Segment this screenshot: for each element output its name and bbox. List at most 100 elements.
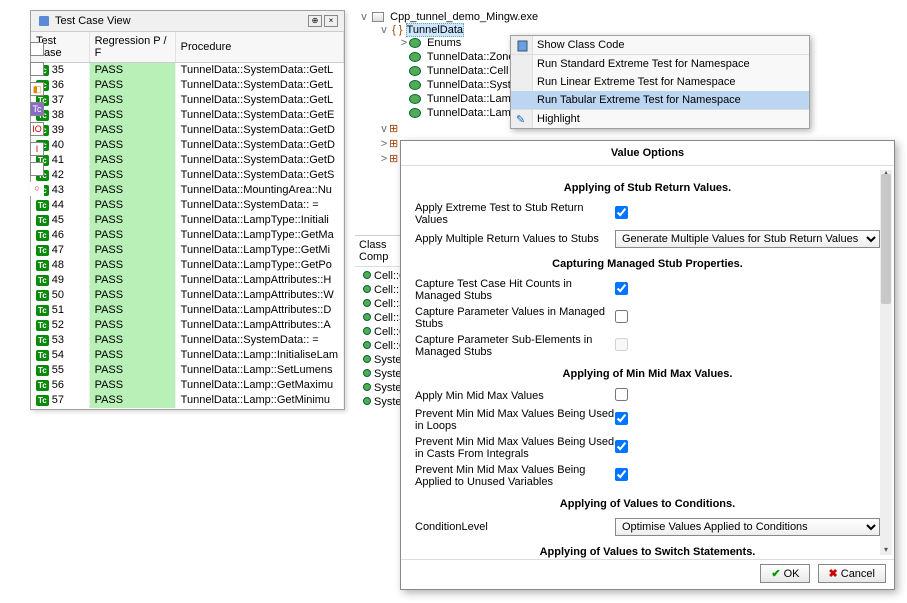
dialog-scrollbar[interactable]: ▴ ▾ <box>880 170 892 555</box>
panel-pin-button[interactable]: ⊕ <box>308 15 322 27</box>
scroll-down-icon[interactable]: ▾ <box>880 545 892 557</box>
pass-cell: PASS <box>89 378 175 393</box>
option-checkbox[interactable] <box>615 440 628 453</box>
procedure-cell: TunnelData::Lamp::SetLumens <box>175 363 343 378</box>
table-row[interactable]: Tc52PASSTunnelData::LampAttributes::A <box>31 318 344 333</box>
tree-item-more[interactable]: v⊞ <box>375 121 505 136</box>
pass-cell: PASS <box>89 228 175 243</box>
table-row[interactable]: Tc51PASSTunnelData::LampAttributes::D <box>31 303 344 318</box>
option-combo[interactable]: Optimise Values Applied to Conditions <box>615 518 880 536</box>
menu-item-label: Run Linear Extreme Test for Namespace <box>537 76 736 88</box>
toolbar-btn-circle[interactable]: ○ <box>30 182 44 196</box>
class-icon <box>363 383 371 391</box>
table-row[interactable]: Tc48PASSTunnelData::LampType::GetPo <box>31 258 344 273</box>
procedure-cell: TunnelData::LampAttributes::A <box>175 318 343 333</box>
option-checkbox[interactable] <box>615 282 628 295</box>
scroll-thumb[interactable] <box>881 174 891 304</box>
table-row[interactable]: Tc44PASSTunnelData::SystemData:: = <box>31 198 344 213</box>
toolbar-btn-io[interactable]: IO <box>30 122 44 136</box>
tree-namespace[interactable]: v { } TunnelData > Enums TunnelData::Zon… <box>375 23 505 121</box>
table-row[interactable]: Tc53PASSTunnelData::SystemData:: = <box>31 333 344 348</box>
menu-item[interactable]: Run Standard Extreme Test for Namespace <box>511 55 809 73</box>
procedure-cell: TunnelData::SystemData:: = <box>175 333 343 348</box>
procedure-cell: TunnelData::LampType::GetMi <box>175 243 343 258</box>
menu-item[interactable]: Run Linear Extreme Test for Namespace <box>511 73 809 91</box>
expand-icon[interactable]: > <box>399 37 409 49</box>
table-row[interactable]: Tc49PASSTunnelData::LampAttributes::H <box>31 273 344 288</box>
table-row[interactable]: Tc35PASSTunnelData::SystemData::GetL <box>31 63 344 78</box>
pass-cell: PASS <box>89 288 175 303</box>
panel-title-text: Test Case View <box>55 15 131 27</box>
ok-button[interactable]: ✔OK <box>760 564 810 583</box>
table-row[interactable]: Tc39PASSTunnelData::SystemData::GetD <box>31 123 344 138</box>
table-row[interactable]: Tc45PASSTunnelData::LampType::Initiali <box>31 213 344 228</box>
table-row[interactable]: Tc36PASSTunnelData::SystemData::GetL <box>31 78 344 93</box>
option-checkbox[interactable] <box>615 310 628 323</box>
tree-item[interactable]: TunnelData::LampTyp <box>395 92 505 106</box>
option-row: Capture Parameter Values in Managed Stub… <box>415 304 880 332</box>
procedure-cell: TunnelData::LampAttributes::W <box>175 288 343 303</box>
testcase-view-panel: Test Case View ⊕ × Test Case Regression … <box>30 10 345 410</box>
value-options-dialog: Value Options ▴ ▾ Applying of Stub Retur… <box>400 140 895 590</box>
table-row[interactable]: Tc38PASSTunnelData::SystemData::GetE <box>31 108 344 123</box>
class-icon <box>363 341 371 349</box>
cancel-button[interactable]: ✖Cancel <box>818 564 886 583</box>
tree-item[interactable]: TunnelData::Cell <box>395 64 505 78</box>
tc-badge-icon: Tc <box>36 320 49 331</box>
menu-item[interactable]: Show Class Code <box>511 36 809 55</box>
option-label: Prevent Min Mid Max Values Being Applied… <box>415 464 615 488</box>
toolbar-btn-1[interactable] <box>30 42 44 56</box>
class-icon <box>409 108 421 118</box>
col-regression[interactable]: Regression P / F <box>89 32 175 63</box>
option-checkbox[interactable] <box>615 468 628 481</box>
expand-icon[interactable]: v <box>379 123 389 135</box>
highlight-icon: ✎ <box>516 113 530 127</box>
expand-icon[interactable]: > <box>379 153 389 165</box>
option-checkbox[interactable] <box>615 206 628 219</box>
panel-close-button[interactable]: × <box>324 15 338 27</box>
table-row[interactable]: Tc37PASSTunnelData::SystemData::GetL <box>31 93 344 108</box>
expand-icon[interactable]: v <box>379 24 389 36</box>
expand-icon[interactable]: v <box>359 11 369 23</box>
toolbar-btn-tc[interactable]: Tc <box>30 102 44 116</box>
menu-item[interactable]: ✎ Highlight <box>511 110 809 128</box>
toolbar-btn-i[interactable]: I <box>30 142 44 156</box>
tree-item[interactable]: TunnelData::SystemD <box>395 78 505 92</box>
procedure-cell: TunnelData::LampType::GetPo <box>175 258 343 273</box>
menu-item-label: Highlight <box>537 113 580 125</box>
table-row[interactable]: Tc54PASSTunnelData::Lamp::InitialiseLam <box>31 348 344 363</box>
table-row[interactable]: Tc40PASSTunnelData::SystemData::GetD <box>31 138 344 153</box>
pass-cell: PASS <box>89 63 175 78</box>
table-row[interactable]: Tc47PASSTunnelData::LampType::GetMi <box>31 243 344 258</box>
option-checkbox[interactable] <box>615 388 628 401</box>
table-row[interactable]: Tc42PASSTunnelData::SystemData::GetS <box>31 168 344 183</box>
table-row[interactable]: Tc58PASSTunnelData::Lamp::SendPower <box>31 408 344 409</box>
section-title: Applying of Values to Switch Statements. <box>415 546 880 558</box>
toolbar-btn-2[interactable] <box>30 62 44 76</box>
option-label: ConditionLevel <box>415 521 615 533</box>
option-label: Capture Parameter Sub-Elements in Manage… <box>415 334 615 358</box>
table-row[interactable]: Tc55PASSTunnelData::Lamp::SetLumens <box>31 363 344 378</box>
expand-icon[interactable]: > <box>379 138 389 150</box>
tree-item[interactable]: > Enums <box>395 36 505 50</box>
option-checkbox[interactable] <box>615 412 628 425</box>
pass-cell: PASS <box>89 348 175 363</box>
tree-item[interactable]: TunnelData::Zone <box>395 50 505 64</box>
toolbar-btn-3[interactable]: ◧ <box>30 82 44 96</box>
tree-item[interactable]: TunnelData::Lamp <box>395 106 505 120</box>
pass-cell: PASS <box>89 213 175 228</box>
menu-item[interactable]: Run Tabular Extreme Test for Namespace <box>511 91 809 110</box>
toolbar-btn-7[interactable] <box>30 162 44 176</box>
table-row[interactable]: Tc43PASSTunnelData::MountingArea::Nu <box>31 183 344 198</box>
col-procedure[interactable]: Procedure <box>175 32 343 63</box>
tc-badge-icon: Tc <box>36 290 49 301</box>
procedure-cell: TunnelData::LampType::Initiali <box>175 213 343 228</box>
class-icon <box>363 285 371 293</box>
table-row[interactable]: Tc46PASSTunnelData::LampType::GetMa <box>31 228 344 243</box>
option-combo[interactable]: Generate Multiple Values for Stub Return… <box>615 230 880 248</box>
table-row[interactable]: Tc50PASSTunnelData::LampAttributes::W <box>31 288 344 303</box>
table-row[interactable]: Tc57PASSTunnelData::Lamp::GetMinimu <box>31 393 344 408</box>
procedure-cell: TunnelData::SystemData::GetS <box>175 168 343 183</box>
table-row[interactable]: Tc41PASSTunnelData::SystemData::GetD <box>31 153 344 168</box>
table-row[interactable]: Tc56PASSTunnelData::Lamp::GetMaximu <box>31 378 344 393</box>
